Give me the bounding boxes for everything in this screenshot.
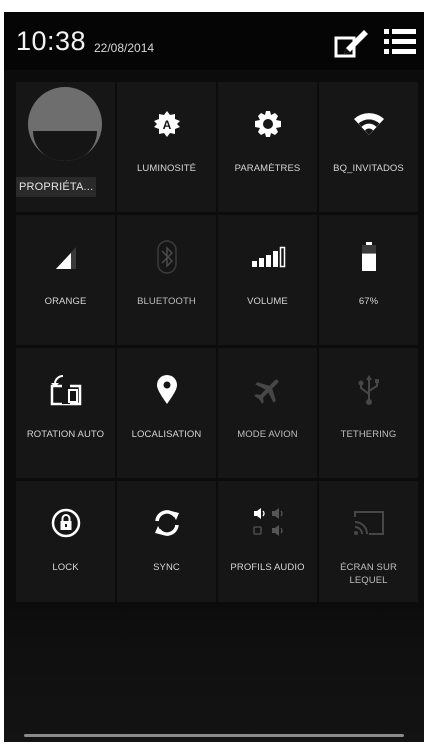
usb-icon [358, 375, 379, 405]
tile-battery: 67% [319, 215, 418, 345]
lock-icon [51, 508, 80, 538]
svg-text:A: A [162, 118, 171, 132]
tile-label: ORANGE [44, 296, 87, 307]
tile-settings[interactable]: PARAMÈTRES [218, 82, 317, 212]
battery-icon [361, 242, 376, 271]
tile-label: ROTATION AUTO [26, 429, 105, 440]
tile-lock[interactable]: LOCK [16, 481, 115, 611]
edit-tiles-button[interactable] [334, 24, 370, 60]
avatar: PROPRIÉTA... [16, 82, 115, 212]
tile-label: SYNC [153, 562, 180, 573]
tile-label: PARAMÈTRES [234, 163, 301, 174]
tile-airplane-mode[interactable]: MODE AVION [218, 348, 317, 478]
audio-profiles-icon [252, 508, 283, 536]
tile-sync[interactable]: SYNC [117, 481, 216, 611]
notifications-list-button[interactable] [382, 26, 418, 58]
tile-label: PROFILS AUDIO [230, 562, 305, 573]
tile-label: BQ_INVITADOS [333, 163, 404, 174]
tile-label: LUMINOSITÉ [136, 163, 197, 174]
edit-pencil-icon [334, 30, 368, 58]
tile-label: LOCALISATION [131, 429, 202, 440]
cast-screen-icon [353, 511, 384, 535]
volume-bars-icon [251, 246, 285, 268]
clock-time: 10:38 [16, 26, 87, 56]
tile-rotation[interactable]: ROTATION AUTO [16, 348, 115, 478]
rotation-icon [50, 374, 81, 406]
tile-tethering[interactable]: TETHERING [319, 348, 418, 478]
tile-owner-profile[interactable]: PROPRIÉTA... [16, 82, 115, 212]
tile-audio-profiles[interactable]: PROFILS AUDIO [218, 481, 317, 611]
brightness-auto-icon: A [153, 111, 180, 137]
clock-date: 22/08/2014 [94, 41, 155, 55]
tile-label: 67% [358, 296, 379, 307]
tile-cast-screen[interactable]: ÉCRAN SUR LEQUEL [319, 481, 418, 611]
tile-bluetooth[interactable]: BLUETOOTH [117, 215, 216, 345]
notification-panel: 10:38 22/08/2014 PROPRIÉTA... A LUMINOSI… [4, 12, 424, 742]
tile-wifi[interactable]: BQ_INVITADOS [319, 82, 418, 212]
tile-label: MODE AVION [237, 429, 298, 440]
wifi-icon [353, 113, 384, 135]
list-icon [384, 29, 416, 54]
location-pin-icon [156, 375, 177, 404]
tile-volume[interactable]: VOLUME [218, 215, 317, 345]
settings-gear-icon [254, 111, 281, 137]
tile-label: ÉCRAN SUR LEQUEL [340, 562, 397, 586]
tile-location[interactable]: LOCALISATION [117, 348, 216, 478]
panel-bottom-area [4, 602, 424, 742]
owner-label: PROPRIÉTA... [16, 177, 97, 197]
airplane-icon [253, 379, 278, 404]
sync-icon [154, 510, 179, 536]
tile-label: TETHERING [340, 429, 397, 440]
status-bar: 10:38 22/08/2014 [4, 12, 424, 70]
panel-drag-handle[interactable] [24, 734, 404, 737]
bluetooth-icon [156, 240, 177, 274]
tile-brightness[interactable]: A LUMINOSITÉ [117, 82, 216, 212]
tile-mobile-network[interactable]: ORANGE [16, 215, 115, 345]
user-avatar-icon [28, 87, 102, 161]
tile-label: VOLUME [247, 296, 288, 307]
tile-label: LOCK [52, 562, 79, 573]
cell-signal-icon [55, 247, 76, 269]
tile-label: BLUETOOTH [137, 296, 196, 307]
